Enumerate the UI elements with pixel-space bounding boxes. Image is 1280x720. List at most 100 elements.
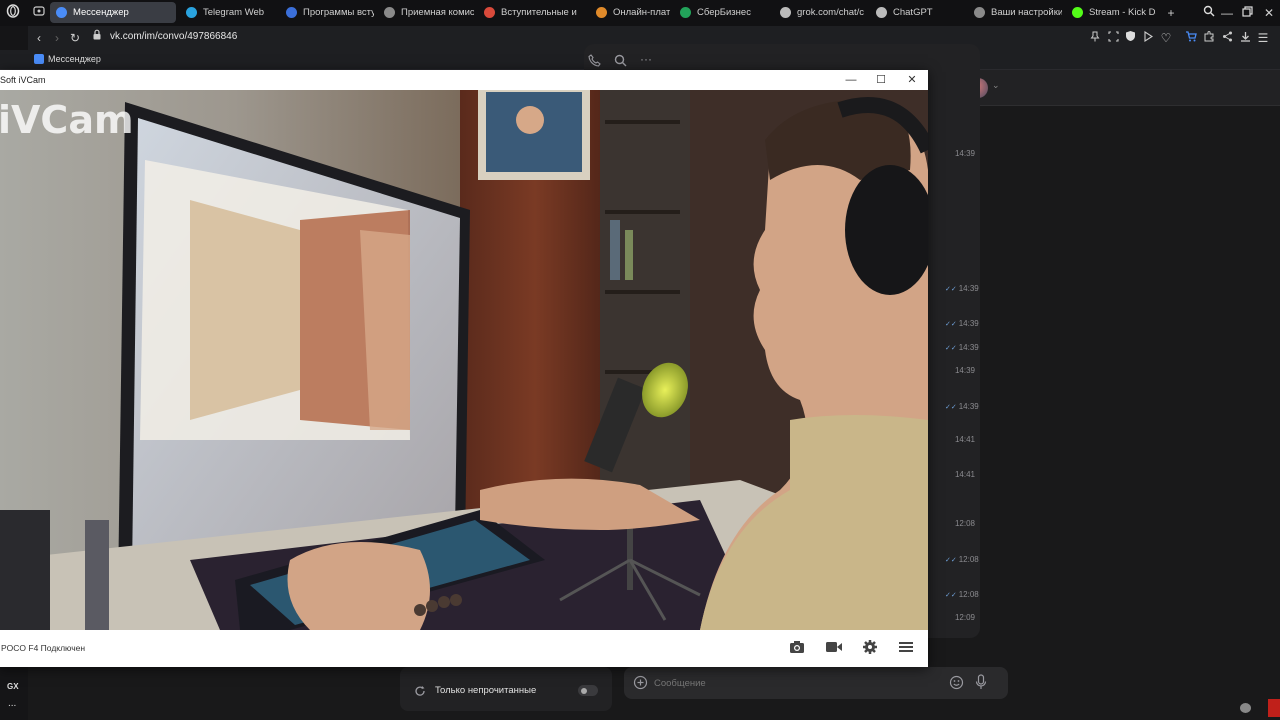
message-time: ✓✓ 14:39 (945, 284, 979, 293)
chevron-down-icon[interactable]: ⌄ (992, 80, 1000, 91)
ivcam-status-bar: POCO F4 Подключен (0, 630, 928, 667)
ivcam-watermark: iVCam (0, 98, 134, 142)
chat-bubble-icon[interactable] (1240, 703, 1251, 713)
browser-tab[interactable]: Вступительные и (478, 2, 586, 23)
message-time: 14:41 (945, 470, 975, 479)
back-icon[interactable]: ‹ (30, 29, 48, 47)
message-composer (624, 667, 1008, 699)
cart-icon[interactable] (1182, 29, 1200, 47)
message-time-label: 14:39 (954, 149, 975, 158)
reload-icon[interactable]: ↻ (66, 29, 84, 47)
camera-snapshot-icon[interactable] (789, 639, 807, 657)
url-field[interactable]: vk.com/im/convo/497866846 (110, 31, 237, 42)
message-time-label: 12:08 (958, 555, 979, 564)
browser-tab[interactable]: ChatGPT (870, 2, 964, 23)
menu-icon[interactable] (898, 639, 916, 657)
taskbar-tray (1232, 697, 1280, 720)
ivcam-window: Soft iVCam — ☐ ✕ iVCam POCO F4 Подключен (0, 70, 928, 667)
tab-label: Ваши настройки (991, 7, 1062, 18)
browser-tab[interactable]: СберБизнес (674, 2, 770, 23)
pin-icon[interactable] (1086, 29, 1104, 47)
close-icon[interactable]: ✕ (1260, 4, 1278, 22)
download-icon[interactable] (1236, 29, 1254, 47)
camera-video-feed: iVCam (0, 90, 928, 630)
browser-tab[interactable]: Приемная комис (378, 2, 474, 23)
ivcam-title: Soft iVCam (0, 75, 46, 85)
new-tab-icon[interactable]: + (1162, 4, 1180, 22)
notification-badge-icon[interactable] (1268, 699, 1280, 717)
unread-only-label: Только непрочитанные (435, 685, 537, 696)
message-time-label: 14:39 (954, 366, 975, 375)
minimize-icon[interactable]: — (1218, 4, 1236, 22)
message-time: 14:39 (945, 149, 975, 158)
browser-tab[interactable]: Stream - Kick Da (1066, 2, 1156, 23)
read-check-icon: ✓✓ (945, 286, 957, 293)
browser-tab[interactable]: Онлайн-платфор (590, 2, 670, 23)
tab-label: Приемная комис (401, 7, 474, 18)
tab-favicon-icon (1072, 7, 1083, 18)
opera-menu-icon[interactable] (4, 4, 22, 22)
microphone-icon[interactable] (975, 674, 987, 695)
refresh-icon (414, 684, 426, 702)
message-time-label: 12:08 (958, 590, 979, 599)
workspaces-icon[interactable] (30, 4, 48, 22)
forward-icon[interactable]: › (48, 29, 66, 47)
message-time-label: 14:39 (958, 284, 979, 293)
message-time: ✓✓ 14:39 (945, 319, 979, 328)
share-icon[interactable] (1218, 29, 1236, 47)
read-check-icon: ✓✓ (945, 345, 957, 352)
message-time: ✓✓ 12:08 (945, 590, 979, 599)
message-time: 14:41 (945, 435, 975, 444)
tab-label: Вступительные и (501, 7, 577, 18)
read-check-icon: ✓✓ (945, 592, 957, 599)
tab-favicon-icon (186, 7, 197, 18)
tab-label: Мессенджер (73, 7, 129, 18)
tab-favicon-icon (780, 7, 791, 18)
tab-label: Stream - Kick Da (1089, 7, 1156, 18)
tab-favicon-icon (974, 7, 985, 18)
message-time-label: 14:39 (958, 402, 979, 411)
message-input[interactable] (654, 675, 934, 691)
gx-label[interactable]: GX (7, 682, 19, 691)
message-time: 12:09 (945, 613, 975, 622)
messenger-icon (34, 54, 44, 64)
read-check-icon: ✓✓ (945, 321, 957, 328)
ivcam-maximize-icon[interactable]: ☐ (866, 70, 896, 90)
read-check-icon: ✓✓ (945, 404, 957, 411)
ivcam-minimize-icon[interactable]: — (836, 70, 866, 90)
ivcam-title-bar: Soft iVCam — ☐ ✕ (0, 70, 928, 90)
message-time-label: 12:09 (954, 613, 975, 622)
browser-tab[interactable]: Программы всту (280, 2, 374, 23)
bookmark-messenger[interactable]: Мессенджер (34, 54, 101, 64)
heart-icon[interactable]: ♡ (1157, 29, 1175, 47)
emoji-icon[interactable] (949, 675, 964, 695)
device-status: POCO F4 Подключен (1, 643, 86, 653)
snapshot-icon[interactable] (1104, 29, 1122, 47)
attach-icon[interactable] (633, 675, 648, 695)
browser-tab[interactable]: Ваши настройки (968, 2, 1062, 23)
unread-only-toggle[interactable] (578, 685, 598, 696)
gx-more-icon[interactable]: ... (8, 698, 16, 709)
tab-favicon-icon (876, 7, 887, 18)
message-time: ✓✓ 12:08 (945, 555, 979, 564)
restore-icon[interactable] (1238, 4, 1256, 22)
settings-gear-icon[interactable] (862, 639, 880, 657)
browser-tab[interactable]: Мессенджер (50, 2, 176, 23)
message-time-label: 14:41 (954, 470, 975, 479)
lock-icon (88, 29, 106, 47)
play-icon[interactable] (1139, 29, 1157, 47)
read-check-icon: ✓✓ (945, 557, 957, 564)
video-record-icon[interactable] (825, 639, 843, 657)
browser-tab[interactable]: Telegram Web (180, 2, 276, 23)
ivcam-close-icon[interactable]: ✕ (897, 70, 927, 90)
message-time: 14:39 (945, 366, 975, 375)
tab-favicon-icon (484, 7, 495, 18)
browser-tab[interactable]: grok.com/chat/c (774, 2, 866, 23)
extensions-icon[interactable] (1200, 29, 1218, 47)
menu-icon[interactable]: ☰ (1254, 29, 1272, 47)
tab-label: Онлайн-платфор (613, 7, 670, 18)
search-tabs-icon[interactable] (1200, 4, 1218, 22)
shield-icon[interactable] (1121, 29, 1139, 47)
more-icon[interactable]: ··· (640, 52, 652, 66)
browser-tab-bar: Мессенджер Telegram Web Программы всту Прие… (0, 0, 1280, 26)
